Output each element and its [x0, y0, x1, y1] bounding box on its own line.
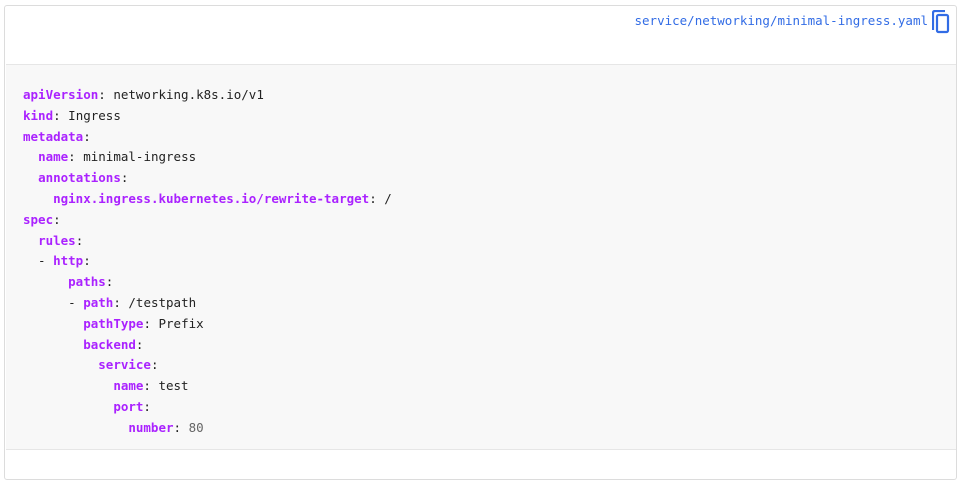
yaml-separator: : [98, 87, 114, 102]
yaml-separator: : [53, 107, 69, 123]
code-line: - path: /testpath [23, 293, 392, 314]
yaml-value: Ingress [68, 107, 121, 123]
yaml-separator: : [83, 128, 91, 144]
yaml-separator: : [83, 253, 91, 269]
yaml-key: name [113, 378, 144, 394]
yaml-separator: : [135, 336, 144, 352]
yaml-code: apiVersion: networking.k8s.io/v1 kind: In… [23, 85, 392, 439]
yaml-key: http [53, 253, 84, 269]
code-indent: - [23, 294, 84, 310]
yaml-key: number [128, 419, 174, 435]
code-line: number: 80 [23, 418, 392, 439]
yaml-key: apiVersion [23, 87, 99, 102]
yaml-separator: : [53, 211, 61, 227]
code-area: apiVersion: networking.k8s.io/v1 kind: In… [6, 64, 956, 450]
code-line: pathType: Prefix [23, 314, 392, 335]
yaml-separator: : [369, 190, 385, 206]
yaml-value: 80 [188, 419, 204, 435]
yaml-key: name [38, 149, 69, 165]
code-line: name: minimal-ingress [23, 147, 392, 168]
yaml-separator: : [143, 398, 151, 414]
code-line: annotations: [23, 168, 392, 189]
code-line: port: [23, 397, 392, 418]
yaml-separator: : [143, 315, 159, 331]
yaml-separator: : [120, 170, 129, 186]
yaml-key: annotations [38, 170, 121, 186]
yaml-key: pathType [83, 315, 144, 331]
yaml-key: paths [68, 274, 106, 290]
yaml-key: rules [38, 232, 76, 248]
yaml-separator: : [173, 419, 189, 435]
yaml-separator: : [68, 149, 84, 165]
yaml-key: metadata [23, 128, 84, 144]
yaml-value: networking.k8s.io/v1 [113, 87, 264, 102]
yaml-key: backend [83, 336, 136, 352]
code-line: - http: [23, 251, 392, 272]
code-line: backend: [23, 335, 392, 356]
yaml-value: / [384, 190, 392, 206]
yaml-key: kind [23, 107, 54, 123]
code-line: name: test [23, 376, 392, 397]
yaml-separator: : [143, 378, 159, 394]
yaml-separator: : [113, 294, 129, 310]
file-path-link[interactable]: service/networking/minimal-ingress.yaml [635, 13, 929, 28]
yaml-separator: : [105, 274, 114, 290]
code-line: service: [23, 355, 392, 376]
yaml-key: nginx.ingress.kubernetes.io/rewrite-targ… [53, 190, 370, 206]
code-line: rules: [23, 231, 392, 252]
code-line: apiVersion: networking.k8s.io/v1 [23, 85, 392, 106]
yaml-key: path [83, 294, 114, 310]
yaml-value: minimal-ingress [83, 149, 197, 165]
code-block-header: service/networking/minimal-ingress.yaml [5, 6, 956, 64]
code-line: spec: [23, 210, 392, 231]
code-line: paths: [23, 272, 392, 293]
yaml-key: port [113, 398, 144, 414]
code-line: nginx.ingress.kubernetes.io/rewrite-targ… [23, 189, 392, 210]
copy-icon[interactable] [931, 9, 950, 34]
yaml-value: /testpath [128, 294, 197, 310]
code-indent: - [23, 253, 54, 269]
yaml-value: test [158, 378, 189, 394]
yaml-key: spec [23, 211, 54, 227]
yaml-value: Prefix [158, 315, 204, 331]
code-line: metadata: [23, 127, 392, 148]
yaml-separator: : [150, 357, 159, 373]
yaml-key: service [98, 357, 151, 373]
code-block-frame: service/networking/minimal-ingress.yaml … [4, 5, 957, 480]
code-line: kind: Ingress [23, 106, 392, 127]
yaml-separator: : [75, 232, 84, 248]
